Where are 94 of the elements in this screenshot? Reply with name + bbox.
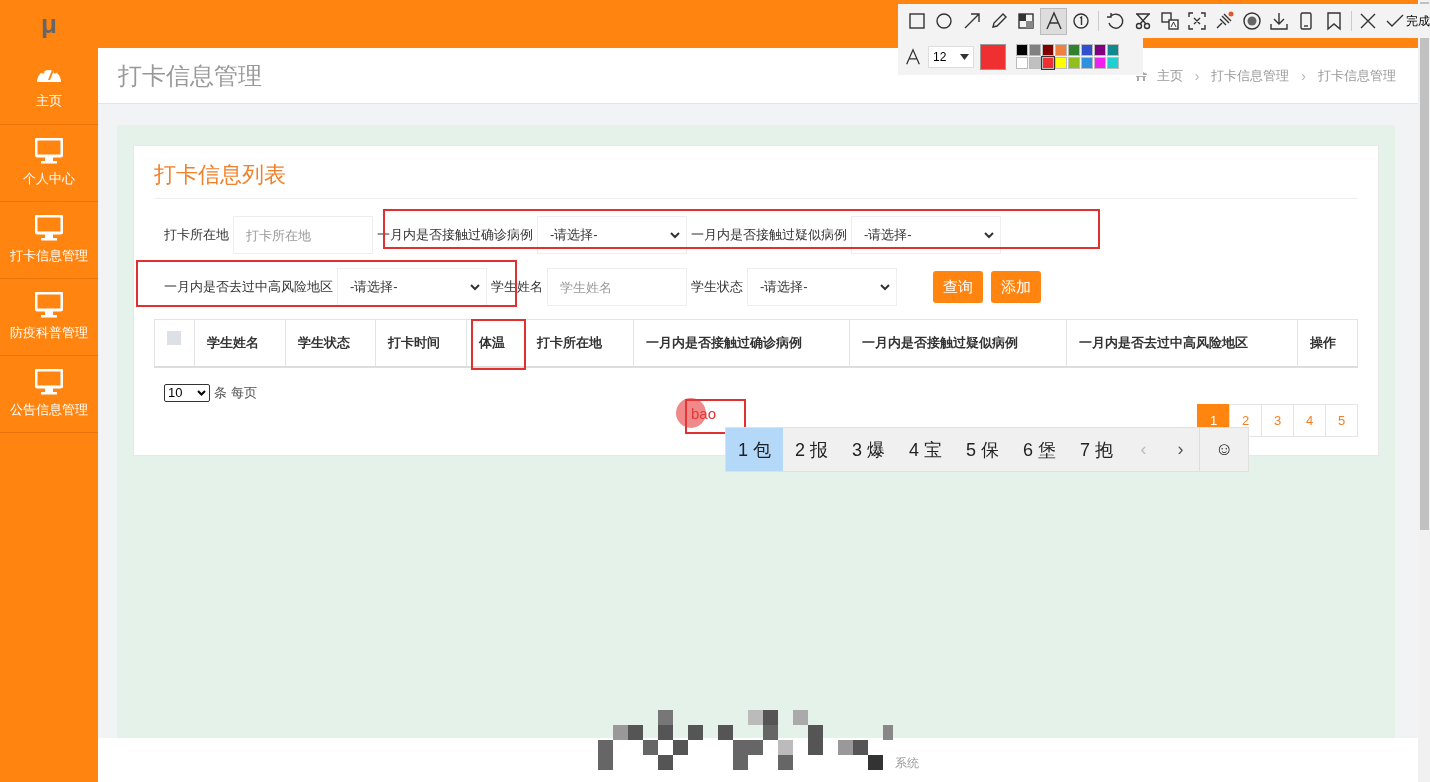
breadcrumb-link[interactable]: 打卡信息管理 [1318, 66, 1396, 85]
ime-candidate[interactable]: 5 保 [954, 428, 1012, 471]
undo-icon [1105, 11, 1126, 31]
column-header: 打卡所在地 [524, 319, 634, 367]
action-button[interactable]: 添加 [991, 271, 1041, 303]
chevron-down-icon [670, 231, 680, 239]
breadcrumb-separator: › [1300, 67, 1307, 84]
color-swatch[interactable] [1107, 57, 1119, 69]
footer-text: 系统 [894, 755, 919, 772]
color-swatch[interactable] [1016, 44, 1028, 56]
breadcrumb-link[interactable]: 主页 [1156, 66, 1183, 85]
number-icon [1070, 11, 1091, 31]
color-swatch[interactable] [1055, 57, 1067, 69]
color-swatch[interactable] [1081, 57, 1093, 69]
monitor-icon [35, 138, 63, 164]
color-swatch[interactable] [1107, 44, 1119, 56]
select-dropdown[interactable]: -请选择- [747, 268, 897, 306]
field-label: 打卡所在地 [164, 226, 229, 244]
chevron-down-icon [470, 283, 480, 291]
color-swatch[interactable] [1081, 44, 1093, 56]
scan-icon [1187, 11, 1208, 31]
select-dropdown[interactable]: -请选择- [337, 268, 487, 306]
column-header: 一月内是否接触过确诊病例 [633, 319, 850, 367]
tool-button[interactable] [1040, 7, 1067, 35]
column-header: 操作 [1297, 319, 1358, 367]
action-button[interactable]: 查询 [933, 271, 983, 303]
color-swatch[interactable] [1016, 57, 1028, 69]
emoji-button[interactable]: ☺ [1199, 428, 1249, 471]
sidebar-label: 公告信息管理 [10, 401, 88, 419]
breadcrumb-link[interactable]: 打卡信息管理 [1211, 66, 1290, 85]
color-swatch[interactable] [1094, 44, 1106, 56]
logo: μ [40, 7, 58, 41]
input-field[interactable]: 打卡所在地 [233, 216, 373, 254]
sidebar-label: 防疫科普管理 [10, 324, 88, 342]
chevron-down-icon [984, 231, 994, 239]
column-header: 一月内是否接触过疑似病例 [849, 319, 1067, 367]
page-button[interactable]: 5 [1325, 403, 1358, 437]
checkbox[interactable] [167, 330, 181, 345]
current-color-swatch[interactable] [980, 43, 1006, 70]
ime-candidate[interactable]: 3 爆 [840, 428, 898, 471]
ime-candidate[interactable]: 4 宝 [897, 428, 955, 471]
chevron-down-icon [880, 283, 890, 291]
font-size-select[interactable]: 12 [928, 45, 974, 68]
text-icon [1043, 11, 1064, 31]
font-icon [904, 47, 922, 66]
color-swatch[interactable] [1094, 57, 1106, 69]
page-title: 打卡信息管理 [118, 60, 262, 91]
select-dropdown[interactable]: -请选择- [537, 216, 687, 254]
column-header: 一月内是否去过中高风险地区 [1066, 319, 1298, 367]
circle-icon [934, 11, 955, 31]
field-label: 一月内是否去过中高风险地区 [164, 278, 333, 296]
sidebar-label: 主页 [36, 92, 62, 110]
color-swatch[interactable] [1068, 57, 1080, 69]
color-swatch[interactable] [1029, 44, 1041, 56]
field-label: 一月内是否接触过疑似病例 [691, 226, 847, 244]
checkmark-icon [1386, 14, 1405, 28]
color-swatch[interactable] [1042, 57, 1054, 69]
monitor-icon [35, 292, 63, 318]
chevron-down-icon [197, 389, 206, 396]
record-icon [1241, 11, 1262, 31]
breadcrumb-separator: › [1193, 67, 1201, 84]
next-page-button[interactable]: › [1162, 428, 1200, 471]
sidebar-label: 打卡信息管理 [10, 247, 88, 265]
field-label: 学生状态 [691, 278, 743, 296]
card-title: 打卡信息列表 [154, 160, 1358, 199]
pin-icon [1214, 11, 1235, 31]
ime-candidate[interactable]: 2 报 [783, 428, 841, 471]
page-size-label: 条 每页 [214, 383, 257, 402]
page-size-select[interactable]: 10 [164, 383, 210, 402]
ime-candidate[interactable]: 1 包 [726, 428, 783, 471]
ime-candidate[interactable]: 6 堡 [1011, 428, 1069, 471]
done-button[interactable]: 完成 [1386, 12, 1430, 30]
color-swatch[interactable] [1055, 44, 1067, 56]
ime-candidate[interactable]: 7 抱 [1068, 428, 1126, 471]
translate-icon [1159, 11, 1180, 31]
column-header: 打卡时间 [375, 319, 467, 367]
color-swatch[interactable] [1029, 57, 1041, 69]
rectangle-icon [907, 11, 928, 31]
input-field[interactable]: 学生姓名 [547, 268, 687, 306]
color-swatch[interactable] [1042, 44, 1054, 56]
select-dropdown[interactable]: -请选择- [851, 216, 1001, 254]
download-icon [1269, 11, 1289, 31]
column-header: 学生状态 [285, 319, 376, 367]
sidebar-label: 个人中心 [23, 170, 75, 188]
monitor-icon [35, 369, 63, 395]
previous-page-button[interactable]: ‹ [1125, 428, 1163, 471]
color-swatch[interactable] [1068, 44, 1080, 56]
monitor-icon [35, 215, 63, 241]
mosaic-icon [1016, 11, 1037, 31]
page-button[interactable]: 3 [1261, 403, 1294, 437]
page-button[interactable]: 4 [1293, 403, 1326, 437]
column-header: 体温 [466, 319, 525, 367]
caret-down-icon [960, 53, 969, 60]
column-header: 学生姓名 [194, 319, 286, 367]
